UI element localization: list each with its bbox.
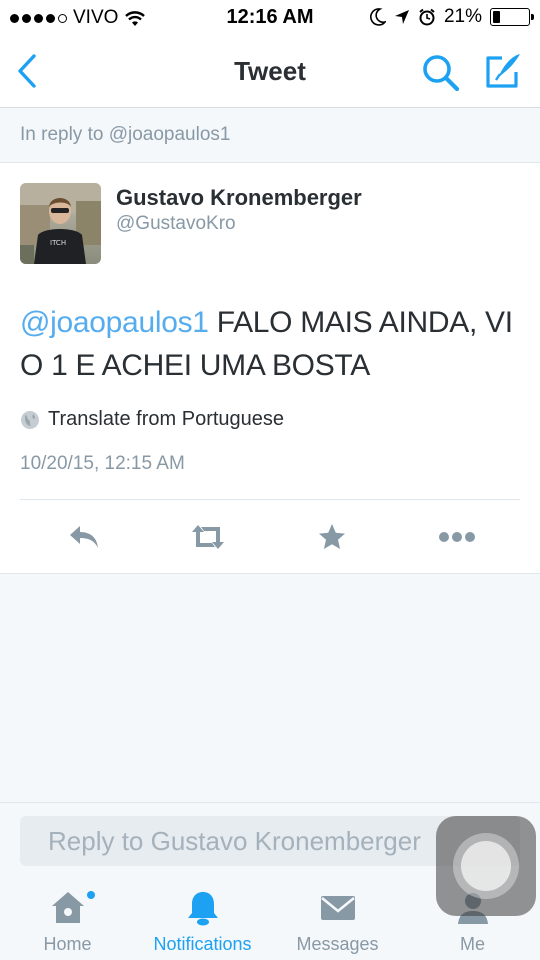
reply-context[interactable]: In reply to @joaopaulos1 [0, 109, 540, 163]
reply-button[interactable] [64, 519, 104, 555]
reply-icon [70, 526, 98, 548]
tab-messages[interactable]: Messages [270, 878, 405, 960]
assistive-touch-button[interactable] [436, 816, 536, 916]
star-icon [319, 524, 345, 549]
globe-icon [21, 410, 39, 429]
retweet-button[interactable] [186, 519, 230, 555]
nav-bar: Tweet [0, 36, 540, 108]
tab-notifications[interactable]: Notifications [135, 878, 270, 960]
search-icon[interactable] [420, 52, 462, 92]
avatar[interactable]: ITCH [20, 183, 101, 264]
assistive-touch-inner-ring [461, 841, 511, 891]
home-icon [51, 892, 84, 923]
tweet-timestamp: 10/20/15, 12:15 AM [20, 453, 185, 474]
tab-me-label: Me [459, 934, 485, 954]
svg-text:ITCH: ITCH [50, 239, 66, 247]
status-right: 21% [370, 6, 534, 28]
tweet-card: ITCH Gustavo Kronemberger @GustavoKro @j… [0, 163, 540, 574]
divider [20, 499, 520, 500]
alarm-icon [419, 8, 435, 26]
translate-link[interactable]: Translate from Portuguese [20, 408, 284, 431]
bell-icon [187, 892, 218, 926]
avatar-photo: ITCH [20, 183, 101, 264]
battery-percent: 21% [443, 6, 482, 27]
moon-icon [370, 8, 386, 26]
envelope-icon [320, 896, 355, 920]
favorite-button[interactable] [314, 519, 350, 555]
compose-icon[interactable] [482, 50, 526, 92]
more-icon [439, 532, 475, 542]
author-handle[interactable]: @GustavoKro [116, 213, 236, 235]
translate-label: Translate from Portuguese [48, 408, 285, 430]
mention-link[interactable]: @joaopaulos1 [20, 306, 209, 339]
battery-fill [493, 11, 500, 23]
more-button[interactable] [436, 519, 478, 555]
tab-home[interactable]: Home [0, 878, 135, 960]
status-bar: VIVO 12:16 AM 21% [0, 0, 540, 36]
tab-messages-label: Messages [296, 934, 379, 954]
location-arrow-icon [394, 10, 409, 24]
home-badge-dot [86, 890, 96, 900]
tweet-text: @joaopaulos1 FALO MAIS AINDA, VI O 1 E A… [20, 301, 520, 387]
battery-icon [490, 8, 534, 26]
tab-home-label: Home [43, 934, 92, 954]
retweet-icon [192, 525, 224, 549]
tab-notifications-label: Notifications [153, 934, 252, 954]
author-name[interactable]: Gustavo Kronemberger [116, 185, 362, 211]
